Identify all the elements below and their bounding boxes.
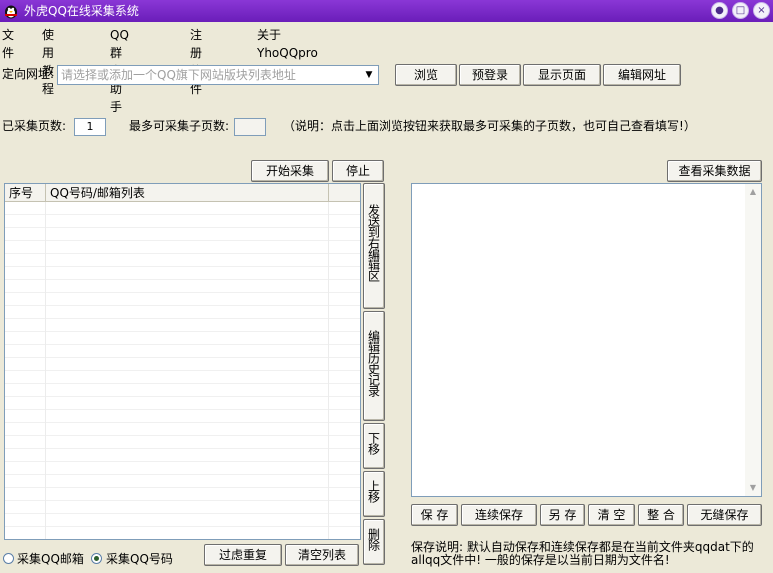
menu-file[interactable]: 文件 xyxy=(2,26,14,62)
delete-button[interactable]: 删除 xyxy=(363,519,385,565)
title-bar: 外虎QQ在线采集系统 ● □ × xyxy=(0,0,773,22)
radio-collect-email[interactable] xyxy=(3,553,14,564)
move-down-button[interactable]: 下移 xyxy=(363,423,385,469)
column-index[interactable]: 序号 xyxy=(5,184,46,202)
qq-list-view[interactable]: 序号 QQ号码/邮箱列表 xyxy=(4,183,361,540)
clear-list-button[interactable]: 清空列表 xyxy=(285,544,359,566)
max-subpages-field[interactable] xyxy=(234,118,266,136)
prelogin-button[interactable]: 预登录 xyxy=(459,64,521,86)
move-up-label: 上移 xyxy=(366,480,381,502)
send-to-right-label: 发送到右编辑区 xyxy=(366,204,381,281)
menu-register[interactable]: 注册软件 xyxy=(190,26,202,98)
send-to-right-button[interactable]: 发送到右编辑区 xyxy=(363,183,385,309)
max-subpages-label: 最多可采集子页数: xyxy=(129,119,230,133)
seamless-save-button[interactable]: 无缝保存 xyxy=(687,504,762,526)
save-note: 保存说明: 默认自动保存和连续保存都是在当前文件夹qqdat下的allqq文件中… xyxy=(411,540,754,567)
dedupe-button[interactable]: 过虑重复 xyxy=(204,544,282,566)
penguin-app-icon xyxy=(5,5,17,19)
stop-button[interactable]: 停止 xyxy=(332,160,384,182)
move-down-label: 下移 xyxy=(366,432,381,454)
edit-history-label: 编辑历史记录 xyxy=(366,330,381,396)
clear-button[interactable]: 清 空 xyxy=(588,504,635,526)
edit-url-button[interactable]: 编辑网址 xyxy=(603,64,681,86)
view-data-button[interactable]: 查看采集数据 xyxy=(667,160,762,182)
url-label: 定向网址: xyxy=(2,67,55,81)
close-button[interactable]: × xyxy=(753,2,770,19)
radio-collect-qq-label[interactable]: 采集QQ号码 xyxy=(106,551,173,567)
show-page-button[interactable]: 显示页面 xyxy=(523,64,601,86)
minimize-button[interactable]: ● xyxy=(711,2,728,19)
pages-note: （说明：点击上面浏览按钮来获取最多可采集的子页数，也可自己查看填写!） xyxy=(283,119,696,133)
edit-history-button[interactable]: 编辑历史记录 xyxy=(363,311,385,421)
list-rows xyxy=(5,202,360,539)
start-collect-button[interactable]: 开始采集 xyxy=(251,160,329,182)
column-qq-email[interactable]: QQ号码/邮箱列表 xyxy=(46,184,329,202)
window-title: 外虎QQ在线采集系统 xyxy=(24,4,139,18)
move-up-button[interactable]: 上移 xyxy=(363,471,385,517)
menu-about[interactable]: 关于YhoQQpro xyxy=(257,26,318,62)
url-placeholder: 请选择或添加一个QQ旗下网站版块列表地址 xyxy=(61,68,296,82)
textarea-scrollbar[interactable]: ▲ ▼ xyxy=(745,184,761,496)
list-header: 序号 QQ号码/邮箱列表 xyxy=(5,184,360,202)
radio-collect-email-label[interactable]: 采集QQ邮箱 xyxy=(17,551,84,567)
data-edit-area[interactable]: ▲ ▼ xyxy=(411,183,762,497)
delete-label: 删除 xyxy=(366,528,381,550)
radio-collect-qq[interactable] xyxy=(91,553,102,564)
maximize-button[interactable]: □ xyxy=(732,2,749,19)
scroll-up-icon[interactable]: ▲ xyxy=(745,184,761,200)
menu-tutorial[interactable]: 使用教程 xyxy=(42,26,54,98)
scroll-down-icon[interactable]: ▼ xyxy=(745,480,761,496)
merge-button[interactable]: 整 合 xyxy=(638,504,684,526)
continuous-save-button[interactable]: 连续保存 xyxy=(461,504,537,526)
collected-pages-field[interactable]: 1 xyxy=(74,118,106,136)
chevron-down-icon[interactable]: ▼ xyxy=(362,67,376,83)
save-as-button[interactable]: 另 存 xyxy=(540,504,585,526)
save-button[interactable]: 保 存 xyxy=(411,504,458,526)
url-combobox[interactable]: 请选择或添加一个QQ旗下网站版块列表地址 ▼ xyxy=(57,65,379,85)
collected-pages-label: 已采集页数: xyxy=(2,119,67,133)
browse-button[interactable]: 浏览 xyxy=(395,64,457,86)
